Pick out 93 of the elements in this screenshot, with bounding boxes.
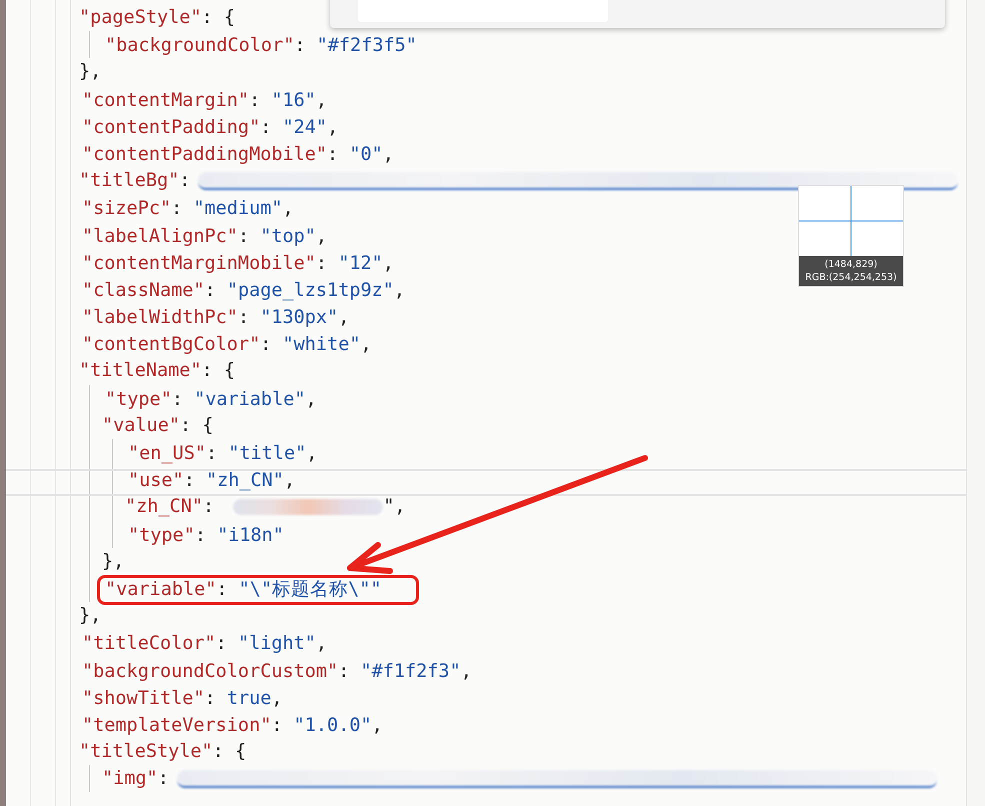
json-punctuation: : [238,307,250,328]
json-key: "pageStyle" [79,7,202,28]
json-punctuation: , [382,144,394,165]
json-key: "en_US" [128,443,206,464]
json-key: "value" [102,414,180,436]
json-value: "16" [271,90,316,111]
json-punctuation: : [158,768,169,790]
json-value: "zh_CN" [206,470,284,492]
json-key: "sizePc" [82,198,172,220]
json-value: "title" [228,443,306,464]
json-key: "variable" [105,578,216,600]
json-value: "0" [349,144,383,165]
json-key: "contentBgColor" [82,334,260,356]
json-key: "type" [128,524,195,546]
json-value: true [226,688,272,709]
json-punctuation: , [306,443,318,464]
json-punctuation: : { [180,414,214,436]
json-punctuation: : [260,334,272,356]
json-key: "templateVersion" [82,714,272,736]
crosshair-icon [799,186,903,256]
json-value: "#f2f3f5" [316,35,417,56]
json-punctuation: : [294,35,306,56]
json-value: "page_lzs1tp9z" [226,280,394,301]
json-value: "1.0.0" [294,714,372,736]
json-punctuation: , [316,226,328,246]
json-value: "medium" [193,198,282,220]
json-key: "use" [128,470,184,492]
json-value: "variable" [194,388,306,410]
json-value: "12" [338,252,383,274]
json-punctuation: : [249,90,262,111]
json-value: "top" [260,226,316,246]
json-punctuation: , [316,633,328,654]
json-punctuation: : [184,470,196,492]
json-key: "zh_CN" [125,496,203,518]
json-value: "#f1f2f3" [360,660,461,682]
json-punctuation: : { [212,741,246,762]
json-punctuation: : [204,280,217,301]
json-punctuation: , [284,470,296,492]
json-key: "type" [105,388,172,410]
json-key: "titleBg" [79,170,180,192]
json-key: "className" [82,280,205,301]
json-key: "contentPadding" [82,116,260,138]
json-value: "24" [282,116,328,138]
json-punctuation: : [204,688,217,709]
json-value: "\"标题名称\"" [238,578,382,600]
json-punctuation: , [271,688,283,709]
json-punctuation: : [206,443,218,464]
json-punctuation: : [216,633,228,654]
json-punctuation: : [216,578,229,600]
picker-readout: (1484,829) RGB:(254,254,253) [799,256,903,286]
json-key: "contentPaddingMobile" [82,144,328,165]
json-punctuation: , [372,714,383,736]
json-punctuation: , [360,334,372,356]
json-punctuation: ", [383,496,406,518]
json-key: "titleColor" [82,633,216,654]
json-key: "titleName" [79,360,202,382]
json-punctuation: , [460,660,472,682]
json-punctuation: , [306,388,317,410]
json-punctuation: , [282,198,294,220]
json-value: "light" [238,633,316,654]
json-punctuation: , [316,90,328,111]
json-key: "backgroundColor" [105,35,294,56]
json-punctuation: , [327,116,338,138]
json-punctuation: , [394,280,406,301]
json-punctuation: : [202,496,216,518]
json-punctuation: , [382,252,394,274]
json-key: "img" [102,768,158,790]
json-punctuation: : [316,252,328,274]
json-punctuation: : [179,170,190,192]
json-key: "labelWidthPc" [82,307,238,328]
json-punctuation: : [172,388,184,410]
json-punctuation: : { [202,7,235,28]
json-key: "contentMarginMobile" [82,252,316,274]
json-punctuation: : [194,524,207,546]
json-punctuation: }, [79,605,102,626]
json-value: "130px" [260,307,338,328]
json-punctuation: }, [79,61,102,82]
json-punctuation: : [271,714,284,736]
json-punctuation: , [338,307,350,328]
json-punctuation: : { [202,360,235,382]
json-punctuation: : [238,226,250,246]
json-punctuation: : [171,198,184,220]
json-key: "labelAlignPc" [82,226,238,246]
json-key: "showTitle" [82,688,205,709]
json-key: "contentMargin" [82,90,250,111]
json-value: "white" [282,334,360,356]
json-value: "i18n" [217,524,284,546]
json-punctuation: : [338,660,350,682]
json-punctuation: : [260,116,272,138]
json-key: "backgroundColorCustom" [82,660,338,682]
json-key: "titleStyle" [79,741,213,762]
json-punctuation: }, [102,550,124,572]
json-punctuation: : [327,144,340,165]
